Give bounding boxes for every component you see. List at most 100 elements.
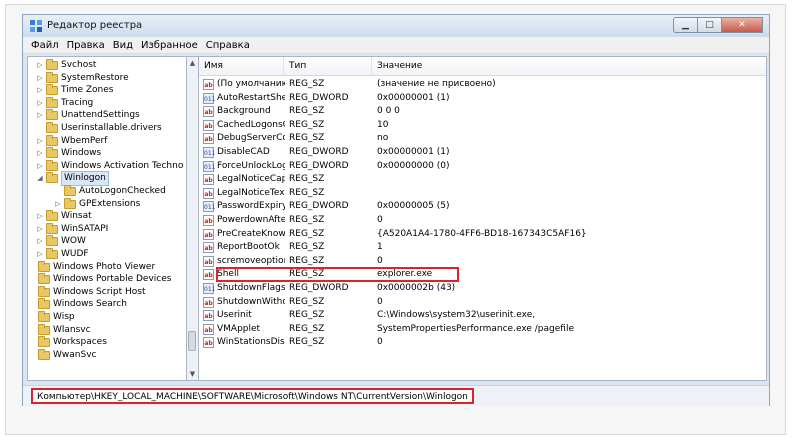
registry-value-row[interactable]: abLegalNoticeCap... REG_SZ	[199, 173, 766, 186]
tree-item[interactable]: AutoLogonChecked	[54, 185, 166, 198]
tree-item[interactable]: ▷ Svchost	[36, 59, 96, 72]
folder-icon	[38, 348, 50, 360]
registry-value-row[interactable]: ab(По умолчанию) REG_SZ (значение не присв…	[199, 78, 766, 91]
tree-item[interactable]: Workspaces	[28, 336, 107, 349]
folder-icon	[46, 172, 58, 184]
registry-value-row[interactable]: abDebugServerCo... REG_SZ no	[199, 132, 766, 145]
registry-value-row[interactable]: ab ReportBootOk REG_SZ 1	[199, 241, 766, 254]
registry-value-row[interactable]: 011ForceUnlockLog... REG_DWORD 0x00000000 …	[199, 160, 766, 173]
value-value: 0x00000001 (1)	[377, 147, 450, 157]
tree-item[interactable]: ▷ SystemRestore	[36, 71, 129, 85]
tree-item-label: Windows Script Host	[53, 286, 146, 297]
tree-item[interactable]: ▷ Windows	[36, 147, 101, 160]
expand-arrow-icon[interactable]: ▷	[36, 59, 44, 72]
value-value: 0	[377, 296, 383, 307]
menu-edit[interactable]: Правка	[63, 40, 109, 51]
registry-key-tree[interactable]: ▷ Svchost ▷ SystemRestore ▷ Time Zones ▷ Tracin…	[27, 56, 187, 381]
tree-item[interactable]: ▷ WUDF	[36, 248, 89, 261]
scroll-up-icon[interactable]: ▲	[188, 58, 197, 68]
expand-arrow-icon[interactable]: ▷	[36, 235, 44, 248]
registry-value-row[interactable]: abCachedLogonsC... REG_SZ 10	[199, 119, 766, 132]
tree-item[interactable]: ▷ Time Zones	[36, 84, 114, 97]
tree-item[interactable]: Windows Search	[28, 298, 127, 311]
column-name[interactable]: Имя	[199, 57, 284, 75]
maximize-button[interactable]: □	[697, 17, 721, 33]
tree-item[interactable]: ▷ WOW	[36, 235, 86, 248]
tree-item[interactable]: Wlansvc	[28, 323, 91, 337]
tree-item[interactable]: Windows Photo Viewer	[28, 260, 155, 274]
tree-item[interactable]: ▷ WbemPerf	[36, 134, 108, 148]
column-value[interactable]: Значение	[372, 57, 766, 75]
tree-item-label: Wisp	[53, 312, 75, 322]
tree-item-label: Windows	[61, 148, 102, 159]
registry-value-row[interactable]: ab VMApplet REG_SZ SystemPropertiesPerforma…	[199, 323, 766, 336]
tree-item[interactable]: ▷ Winsat	[36, 210, 92, 223]
value-name: ShutdownWitho...	[217, 296, 285, 307]
expand-arrow-icon[interactable]: ◢	[36, 172, 44, 185]
registry-value-row[interactable]: ab scremoveoption REG_SZ 0	[199, 255, 766, 268]
registry-value-row[interactable]: ab Background REG_SZ 0 0 0	[199, 105, 766, 118]
tree-item[interactable]: Wisp	[28, 311, 75, 324]
expand-arrow-icon[interactable]: ▷	[36, 160, 44, 173]
expand-arrow-icon[interactable]: ▷	[36, 135, 44, 148]
registry-value-row[interactable]: 011PasswordExpiry... REG_DWORD 0x00000005 …	[199, 200, 766, 213]
expand-arrow-icon[interactable]: ▷	[36, 84, 44, 97]
string-value-icon: ab	[203, 310, 214, 322]
expand-arrow-icon[interactable]: ▷	[36, 223, 44, 236]
registry-value-row[interactable]: 011 ShutdownFlags REG_DWORD 0x0000002b (43)	[199, 282, 766, 295]
tree-item[interactable]: ▷ UnattendSettings	[36, 109, 140, 122]
folder-icon	[38, 260, 50, 272]
tree-scrollbar[interactable]: ▲ ▼	[187, 56, 199, 381]
value-value: 0x00000001 (1)	[377, 92, 450, 103]
binary-value-icon: 011	[203, 283, 215, 294]
registry-value-row[interactable]: 011 DisableCAD REG_DWORD 0x00000001 (1)	[199, 146, 766, 159]
close-button[interactable]: ✕	[721, 17, 763, 33]
value-value: 0	[377, 255, 383, 266]
scroll-down-icon[interactable]: ▼	[188, 369, 197, 379]
tree-item[interactable]: ◢ Winlogon	[36, 171, 109, 187]
value-name: WinStationsDisa...	[217, 337, 285, 348]
registry-value-row[interactable]: abWinStationsDisa... REG_SZ 0	[199, 336, 766, 349]
expand-arrow-icon[interactable]: ▷	[36, 72, 44, 85]
expand-arrow-icon[interactable]: ▷	[36, 248, 44, 261]
folder-icon	[46, 96, 58, 108]
string-value-icon: ab	[203, 228, 214, 240]
string-value-icon: ab	[203, 79, 214, 90]
value-value: 0	[377, 337, 383, 348]
value-type: REG_SZ	[289, 133, 325, 144]
minimize-button[interactable]: ▁	[673, 17, 697, 33]
tree-item[interactable]: Windows Script Host	[28, 285, 146, 299]
registry-value-row[interactable]: abShutdownWitho... REG_SZ 0	[199, 296, 766, 309]
registry-value-row[interactable]: ab Userinit REG_SZ C:\Windows\system32\user…	[199, 309, 766, 322]
tree-item[interactable]: Userinstallable.drivers	[36, 122, 162, 135]
registry-value-row[interactable]: abPreCreateKnow... REG_SZ {A520A1A4-1780-4…	[199, 228, 766, 241]
folder-icon	[38, 311, 50, 322]
expand-arrow-icon[interactable]: ▷	[36, 210, 44, 223]
tree-item[interactable]: ▷ Tracing	[36, 96, 93, 110]
scrollbar-thumb[interactable]	[188, 331, 196, 351]
tree-item-label: WbemPerf	[61, 135, 108, 146]
column-type[interactable]: Тип	[284, 57, 372, 75]
registry-value-row[interactable]: abPowerdownAfte... REG_SZ 0	[199, 214, 766, 227]
tree-item[interactable]: ▷ GPExtensions	[54, 197, 140, 211]
tree-item[interactable]: WwanSvc	[28, 348, 96, 362]
title-bar: Редактор реестра ▁ □ ✕	[23, 15, 769, 37]
tree-item-label: Windows Portable Devices	[53, 274, 172, 285]
registry-value-row[interactable]: ab LegalNoticeText REG_SZ	[199, 187, 766, 200]
menu-view[interactable]: Вид	[109, 40, 137, 51]
expand-arrow-icon[interactable]: ▷	[36, 109, 44, 122]
menu-file[interactable]: Файл	[27, 40, 63, 51]
tree-item[interactable]: ▷ WinSATAPI	[36, 222, 109, 236]
expand-arrow-icon[interactable]: ▷	[36, 147, 44, 160]
value-type: REG_DWORD	[289, 147, 349, 157]
tree-item[interactable]: Windows Portable Devices	[28, 273, 171, 286]
menu-favorites[interactable]: Избранное	[137, 40, 202, 51]
folder-icon	[38, 298, 50, 310]
expand-arrow-icon[interactable]: ▷	[36, 97, 44, 110]
tree-item[interactable]: ▷ Windows Activation Techno	[36, 159, 183, 173]
menu-help[interactable]: Справка	[202, 40, 254, 51]
tree-item-label: WinSATAPI	[61, 223, 109, 234]
expand-arrow-icon[interactable]: ▷	[54, 198, 62, 211]
registry-value-row[interactable]: 011 AutoRestartShell REG_DWORD 0x00000001 (…	[199, 92, 766, 105]
value-type: REG_SZ	[289, 228, 325, 239]
